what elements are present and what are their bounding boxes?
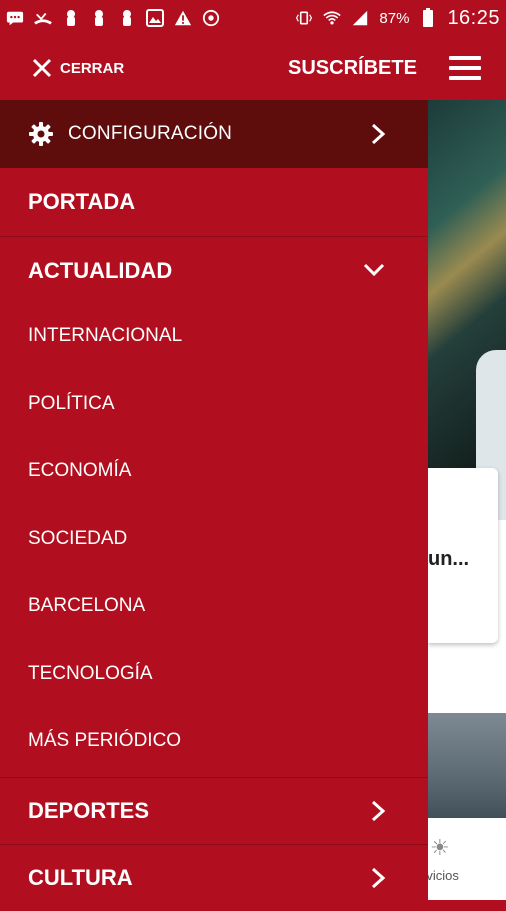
notification-icon (90, 9, 108, 27)
submenu-item-barcelona[interactable]: BARCELONA (0, 572, 428, 639)
vibrate-icon (295, 9, 313, 27)
menu-item-portada[interactable]: PORTADA (0, 168, 428, 236)
close-label: CERRAR (60, 59, 125, 77)
navigation-drawer: CONFIGURACIÓN PORTADA ACTUALIDAD INTERNA… (0, 100, 428, 900)
chevron-right-icon (371, 867, 386, 889)
image-icon (146, 9, 164, 27)
submenu-item-label: INTERNACIONAL (28, 324, 183, 346)
settings-label: CONFIGURACIÓN (68, 123, 233, 144)
battery-percent: 87% (379, 9, 410, 27)
chevron-right-icon (371, 800, 386, 822)
status-right-icons: 87% 16:25 (295, 7, 500, 30)
settings-item[interactable]: CONFIGURACIÓN (0, 100, 428, 168)
notification-icon (62, 9, 80, 27)
chevron-down-icon (363, 263, 385, 277)
sync-icon (202, 9, 220, 27)
menu-item-label: ACTUALIDAD (28, 258, 173, 283)
menu-item-label: CULTURA (28, 865, 133, 890)
status-bar: 87% 16:25 (0, 0, 506, 36)
wifi-icon (323, 9, 342, 27)
submenu-item-label: BARCELONA (28, 594, 146, 616)
close-icon (32, 58, 52, 78)
weather-icon: ☀ (430, 835, 450, 860)
background-content: un... ☀ rvicios (422, 100, 506, 900)
submenu-item-politica[interactable]: POLÍTICA (0, 370, 428, 437)
menu-item-label: PORTADA (28, 189, 136, 214)
menu-icon[interactable] (449, 56, 481, 80)
submenu-item-tecnologia[interactable]: TECNOLOGÍA (0, 640, 428, 707)
submenu-item-label: SOCIEDAD (28, 527, 128, 549)
notification-icon (118, 9, 136, 27)
menu-item-actualidad[interactable]: ACTUALIDAD (0, 237, 428, 305)
article-card[interactable]: un... (428, 468, 498, 643)
clock: 16:25 (447, 6, 500, 29)
submenu-item-label: ECONOMÍA (28, 459, 132, 481)
menu-item-deportes[interactable]: DEPORTES (0, 778, 428, 844)
signal-icon (351, 9, 369, 27)
submenu-item-label: MÁS PERIÓDICO (28, 729, 182, 751)
warning-icon (174, 9, 192, 27)
gear-icon (29, 122, 53, 146)
submenu-item-mas-periodico[interactable]: MÁS PERIÓDICO (0, 707, 428, 774)
submenu-item-sociedad[interactable]: SOCIEDAD (0, 505, 428, 572)
submenu-item-internacional[interactable]: INTERNACIONAL (0, 302, 428, 369)
subscribe-button[interactable]: SUSCRÍBETE (288, 57, 417, 80)
missed-call-icon (34, 9, 52, 27)
status-left-icons (6, 9, 220, 27)
battery-icon (419, 8, 437, 27)
submenu-item-label: TECNOLOGÍA (28, 662, 153, 684)
close-button[interactable]: CERRAR (32, 58, 124, 78)
messages-icon (6, 9, 24, 27)
article-card-title: un... (428, 548, 470, 570)
app-bar: CERRAR SUSCRÍBETE (0, 36, 506, 100)
menu-item-cultura[interactable]: CULTURA (0, 845, 428, 911)
article-image-2 (428, 713, 506, 818)
submenu-item-label: POLÍTICA (28, 392, 115, 414)
submenu-item-economia[interactable]: ECONOMÍA (0, 437, 428, 504)
chevron-right-icon (371, 123, 386, 145)
menu-item-label: DEPORTES (28, 798, 150, 823)
